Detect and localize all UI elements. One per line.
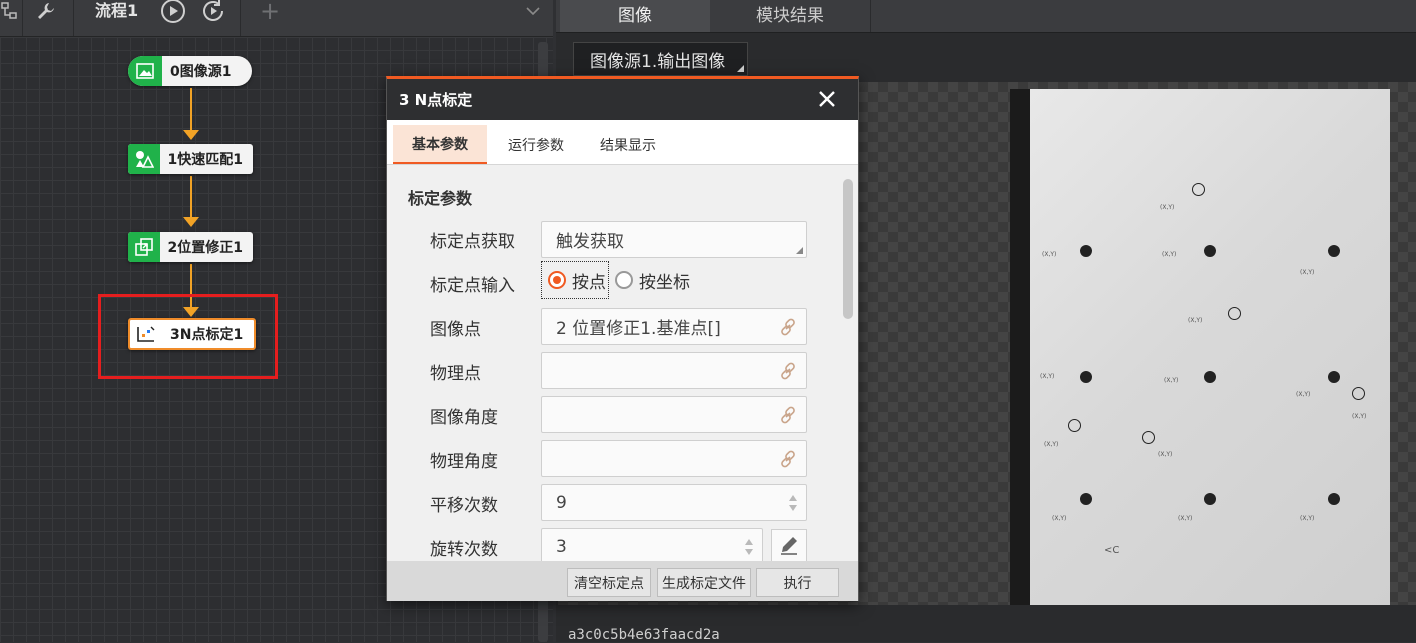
radio-by-coordinate-label: 按坐标 [639,272,690,293]
dialog-body: 标定参数 标定点获取 触发获取 标定点输入 按点 按坐标 图像点 2 位置修正1… [387,165,858,561]
tab-result-display[interactable]: 结果显示 [585,125,671,164]
hierarchy-icon[interactable] [0,0,18,22]
radio-unchecked-icon [615,271,633,289]
translation-count-stepper[interactable]: 9 [541,484,807,521]
connector-arrow [183,130,199,140]
physical-angle-input[interactable] [541,440,807,477]
tab-module-results[interactable]: 模块结果 [715,0,865,32]
pencil-icon [778,534,800,560]
chevron-down-icon[interactable] [522,0,544,22]
radio-by-coordinate[interactable]: 按坐标 [609,261,690,299]
point-input-radio-group: 按点 按坐标 [541,261,690,299]
shape-match-icon [128,144,160,174]
flow-title[interactable]: 流程1 [95,0,138,22]
connector [190,88,192,132]
dialog-titlebar[interactable]: 3 N点标定 [387,79,858,120]
image-panel-tabs: 图像 模块结果 [556,0,1416,33]
physical-points-label: 物理点 [430,364,481,384]
flow-node-position-fix[interactable]: 2位置修正1 [128,232,253,262]
image-points-value: 2 位置修正1.基准点[] [556,319,721,339]
physical-points-input[interactable] [541,352,807,389]
calibration-target: (X,Y) (X,Y) (X,Y) (X,Y) (X,Y) (X,Y) (X,Y… [1030,89,1390,605]
link-icon[interactable] [778,449,798,469]
position-fix-icon [128,232,160,262]
dialog-title: 3 N点标定 [399,91,473,109]
node-label: 2位置修正1 [167,240,243,256]
dropdown-corner-icon [796,247,803,254]
radio-by-point[interactable]: 按点 [541,261,609,299]
close-icon[interactable] [816,88,838,110]
image-id-text: a3c0c5b4e63faacd2a [568,627,720,643]
flow-toolbar: 流程1 + [0,0,553,37]
dialog-footer: 清空标定点 生成标定文件 执行 [387,561,858,601]
spin-arrows-icon[interactable] [744,535,754,559]
dropdown-corner-icon [737,65,744,72]
tab-image[interactable]: 图像 [560,0,710,32]
image-points-label: 图像点 [430,320,481,340]
flow-node-fast-match[interactable]: 1快速匹配1 [128,144,253,174]
image-angle-input[interactable] [541,396,807,433]
flow-node-image-source[interactable]: 0图像源1 [128,56,252,86]
image-angle-label: 图像角度 [430,408,498,428]
physical-angle-label: 物理角度 [430,452,498,472]
edit-button[interactable] [771,529,807,565]
run-loop-icon[interactable] [198,0,228,22]
rotation-count-value: 3 [556,536,567,557]
dialog-tabs: 基本参数 运行参数 结果显示 [387,120,858,165]
rotation-count-label: 旋转次数 [430,540,498,560]
link-icon[interactable] [778,405,798,425]
spin-arrows-icon[interactable] [788,491,798,515]
connector [190,176,192,218]
image-source-select[interactable]: 图像源1.输出图像 [573,42,748,76]
image-points-input[interactable]: 2 位置修正1.基准点[] [541,308,807,345]
tab-basic-params[interactable]: 基本参数 [393,125,487,164]
generate-calibration-file-button[interactable]: 生成标定文件 [657,568,751,597]
calibration-photo: (X,Y) (X,Y) (X,Y) (X,Y) (X,Y) (X,Y) (X,Y… [1010,89,1390,605]
wrench-icon[interactable] [32,0,60,22]
radio-checked-icon [548,271,566,289]
rotation-count-stepper[interactable]: 3 [541,528,763,561]
point-input-label: 标定点输入 [430,276,515,296]
image-icon [128,56,162,86]
translation-count-value: 9 [556,492,567,513]
tab-run-params[interactable]: 运行参数 [491,125,581,164]
n-point-calibration-dialog: 3 N点标定 基本参数 运行参数 结果显示 标定参数 标定点获取 触发获取 标定… [386,76,859,601]
point-source-select[interactable]: 触发获取 [541,221,807,258]
section-title: 标定参数 [408,189,473,208]
node-label: 1快速匹配1 [167,152,243,168]
selection-highlight [98,294,278,379]
dialog-scrollbar[interactable] [843,179,853,319]
link-icon[interactable] [778,317,798,337]
point-source-value: 触发获取 [556,232,624,252]
execute-button[interactable]: 执行 [756,568,839,597]
translation-count-label: 平移次数 [430,496,498,516]
connector-arrow [183,217,199,227]
image-source-value: 图像源1.输出图像 [590,51,726,72]
run-once-icon[interactable] [158,0,188,23]
link-icon[interactable] [778,361,798,381]
node-label: 0图像源1 [170,64,232,80]
point-source-label: 标定点获取 [430,232,515,252]
radio-by-point-label: 按点 [572,272,606,293]
clear-points-button[interactable]: 清空标定点 [567,568,651,597]
add-flow-button[interactable]: + [256,0,284,25]
